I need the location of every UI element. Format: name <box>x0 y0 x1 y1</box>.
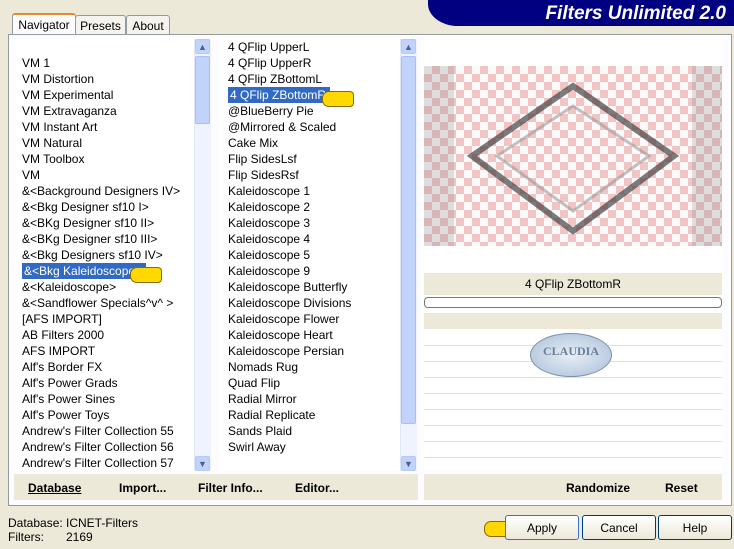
filter-item[interactable]: 4 QFlip ZBottomL <box>228 72 322 86</box>
category-item[interactable]: VM Natural <box>22 136 82 150</box>
scroll-down-icon[interactable]: ▼ <box>401 456 416 471</box>
app-title-banner: Filters Unlimited 2.0 <box>428 0 734 26</box>
editor-button[interactable]: Editor... <box>295 481 339 495</box>
help-button[interactable]: Help <box>658 515 732 540</box>
category-item[interactable]: AFS IMPORT <box>22 344 95 358</box>
pointing-hand-icon <box>322 91 354 107</box>
filter-item[interactable]: Radial Mirror <box>228 392 297 406</box>
database-button[interactable]: Database <box>28 481 81 495</box>
category-item[interactable]: &<Bkg Kaleidoscope> <box>22 263 147 279</box>
category-item[interactable]: Andrew's Filter Collection 55 <box>22 424 174 438</box>
scroll-down-icon[interactable]: ▼ <box>195 456 210 471</box>
filter-info-button[interactable]: Filter Info... <box>198 481 263 495</box>
progress-bar <box>424 297 722 308</box>
filter-item[interactable]: Radial Replicate <box>228 408 315 422</box>
filter-item[interactable]: Flip SidesRsf <box>228 168 299 182</box>
category-item[interactable]: &<BKg Designer sf10 II> <box>22 216 154 230</box>
filter-item[interactable]: 4 QFlip UpperR <box>228 56 311 70</box>
category-item[interactable]: Alf's Power Toys <box>22 408 109 422</box>
filter-item[interactable]: Kaleidoscope Flower <box>228 312 339 326</box>
scroll-thumb[interactable] <box>401 56 416 424</box>
filter-list[interactable]: 4 QFlip UpperL 4 QFlip UpperR 4 QFlip ZBot… <box>218 39 408 471</box>
import-button[interactable]: Import... <box>119 481 166 495</box>
scroll-up-icon[interactable]: ▲ <box>401 39 416 54</box>
filters-count: 2169 <box>66 530 93 544</box>
tab-about[interactable]: About <box>126 15 170 36</box>
filter-item[interactable]: Kaleidoscope 9 <box>228 264 310 278</box>
filter-item[interactable]: Kaleidoscope 4 <box>228 232 310 246</box>
filter-item[interactable]: Kaleidoscope 1 <box>228 184 310 198</box>
filter-item[interactable]: Kaleidoscope 5 <box>228 248 310 262</box>
apply-button[interactable]: Apply <box>505 515 579 540</box>
category-item[interactable]: &<BKg Designer sf10 III> <box>22 232 157 246</box>
preview-image <box>424 66 722 246</box>
cancel-button[interactable]: Cancel <box>582 515 656 540</box>
filter-item[interactable]: @Mirrored & Scaled <box>228 120 336 134</box>
filter-item[interactable]: Kaleidoscope 3 <box>228 216 310 230</box>
category-item[interactable]: &<Bkg Designers sf10 IV> <box>22 248 163 262</box>
category-item[interactable]: &<Sandflower Specials^v^ > <box>22 296 173 310</box>
category-item[interactable]: Andrew's Filter Collection 57 <box>22 456 174 470</box>
category-item[interactable]: Alf's Border FX <box>22 360 102 374</box>
category-scrollbar[interactable]: ▲ ▼ <box>194 39 211 471</box>
pointing-hand-icon <box>130 267 162 283</box>
database-value: ICNET-Filters <box>66 516 138 530</box>
category-list[interactable]: VM 1 VM Distortion VM Experimental VM Extra… <box>16 39 198 471</box>
database-label: Database: <box>8 516 63 530</box>
category-item[interactable]: VM <box>22 168 40 182</box>
filter-item[interactable]: Kaleidoscope Heart <box>228 328 333 342</box>
category-item[interactable]: VM Toolbox <box>22 152 84 166</box>
category-item[interactable]: VM Distortion <box>22 72 94 86</box>
filters-label: Filters: <box>8 530 44 544</box>
filter-item[interactable]: 4 QFlip UpperL <box>228 40 309 54</box>
category-item[interactable]: [AFS IMPORT] <box>22 312 102 326</box>
category-item[interactable]: Alf's Power Grads <box>22 376 118 390</box>
category-item[interactable]: VM Extravaganza <box>22 104 117 118</box>
randomize-button[interactable]: Randomize <box>566 481 630 495</box>
category-item[interactable]: AB Filters 2000 <box>22 328 104 342</box>
category-item[interactable]: &<Kaleidoscope> <box>22 280 116 294</box>
watermark-logo: CLAUDIA <box>530 333 612 377</box>
category-item[interactable]: Alf's Power Sines <box>22 392 115 406</box>
scroll-up-icon[interactable]: ▲ <box>195 39 210 54</box>
category-item[interactable]: VM Experimental <box>22 88 113 102</box>
filter-item[interactable]: Kaleidoscope 2 <box>228 200 310 214</box>
reset-button[interactable]: Reset <box>665 481 698 495</box>
filter-scrollbar[interactable]: ▲ ▼ <box>400 39 417 471</box>
filter-item[interactable]: Quad Flip <box>228 376 280 390</box>
filter-item[interactable]: @BlueBerry Pie <box>228 104 314 118</box>
category-item[interactable]: &<Background Designers IV> <box>22 184 180 198</box>
filter-item[interactable]: Sands Plaid <box>228 424 292 438</box>
category-item[interactable]: &<Bkg Designer sf10 I> <box>22 200 149 214</box>
preview-filter-name: 4 QFlip ZBottomR <box>424 273 722 295</box>
filter-item[interactable]: Cake Mix <box>228 136 278 150</box>
filter-item[interactable]: Nomads Rug <box>228 360 298 374</box>
scroll-thumb[interactable] <box>195 56 210 124</box>
tab-presets[interactable]: Presets <box>75 15 126 36</box>
category-item[interactable]: VM 1 <box>22 56 50 70</box>
filter-item[interactable]: Kaleidoscope Persian <box>228 344 344 358</box>
filter-item[interactable]: Flip SidesLsf <box>228 152 297 166</box>
category-item[interactable]: Andrew's Filter Collection 56 <box>22 440 174 454</box>
filter-item[interactable]: Kaleidoscope Butterfly <box>228 280 347 294</box>
separator <box>424 313 722 329</box>
filter-item[interactable]: Kaleidoscope Divisions <box>228 296 351 310</box>
filter-item[interactable]: Swirl Away <box>228 440 286 454</box>
filter-item[interactable]: 4 QFlip ZBottomR <box>228 87 331 103</box>
category-item[interactable]: VM Instant Art <box>22 120 97 134</box>
